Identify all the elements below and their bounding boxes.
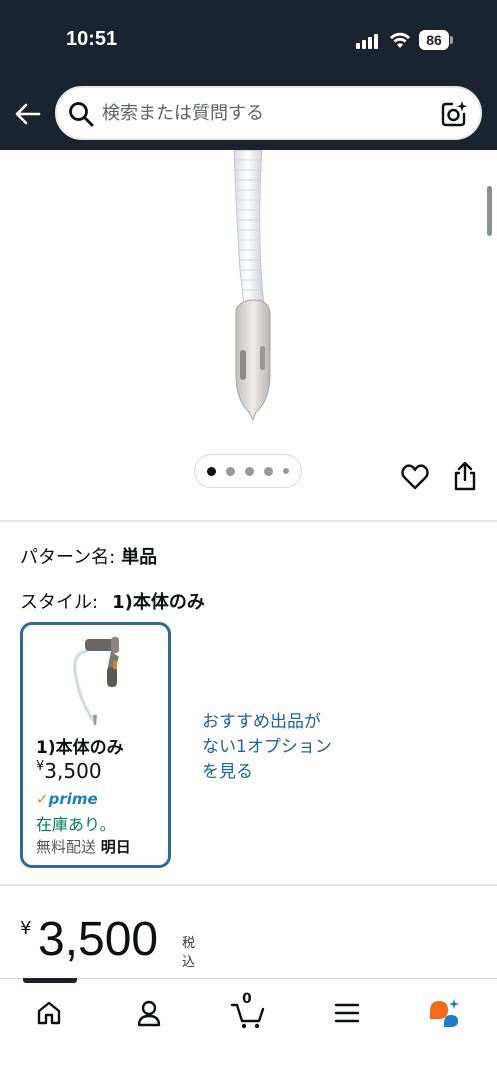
section-divider	[0, 884, 497, 886]
variant-card-selected[interactable]: 1)本体のみ ¥3,500 ✓prime 在庫あり。 無料配送 明日	[20, 622, 171, 868]
price-symbol: ¥	[20, 918, 32, 939]
variant-price: ¥3,500	[36, 759, 102, 783]
cellular-signal-icon	[356, 33, 382, 49]
nav-account[interactable]	[129, 995, 169, 1031]
home-icon	[37, 1001, 61, 1025]
variant-name: 1)本体のみ	[36, 738, 124, 758]
pattern-value: 単品	[121, 547, 158, 568]
search-icon	[69, 102, 94, 127]
heart-icon[interactable]	[400, 462, 430, 492]
style-value: 1)本体のみ	[112, 592, 205, 613]
variant-price-value: 3,500	[44, 759, 102, 783]
share-icon[interactable]	[450, 460, 480, 492]
account-icon	[137, 1000, 161, 1027]
scroll-indicator	[487, 186, 492, 236]
prime-check-icon: ✓	[36, 790, 49, 808]
pagination-dot[interactable]	[207, 466, 216, 476]
back-arrow-icon	[15, 103, 41, 125]
stock-status: 在庫あり。	[36, 815, 116, 834]
prime-badge: ✓prime	[36, 790, 98, 808]
battery-indicator: 86	[419, 30, 449, 50]
nav-cart[interactable]: 0	[228, 991, 268, 1031]
prime-label: prime	[48, 790, 98, 808]
assistant-icon	[430, 999, 459, 1027]
price-tax-note: 税込	[182, 936, 196, 970]
nav-home[interactable]	[29, 995, 69, 1031]
nav-rufus-assistant[interactable]	[424, 995, 464, 1031]
style-label: スタイル:	[20, 592, 99, 613]
cart-count: 0	[242, 991, 252, 1007]
shipping-label: 無料配送	[36, 838, 97, 856]
product-image-gallery[interactable]	[0, 150, 497, 520]
nav-menu[interactable]	[327, 995, 367, 1031]
shipping-info: 無料配送 明日	[36, 836, 131, 857]
style-row: スタイル: 1)本体のみ	[20, 588, 205, 614]
menu-icon	[334, 1003, 360, 1023]
status-time: 10:51	[66, 28, 118, 50]
section-divider	[0, 520, 497, 522]
search-box[interactable]	[55, 86, 482, 140]
search-input[interactable]	[102, 98, 422, 128]
camera-search-icon[interactable]	[439, 99, 469, 129]
bottom-navigation: 0	[0, 978, 497, 1080]
shipping-day: 明日	[100, 838, 131, 856]
battery-tip	[450, 36, 453, 44]
wifi-icon	[390, 32, 410, 48]
back-button[interactable]	[12, 98, 44, 130]
pagination-dot[interactable]	[264, 466, 273, 476]
price-amount: 3,500	[38, 913, 159, 966]
header	[0, 78, 497, 150]
image-pagination-dots[interactable]	[194, 454, 302, 488]
pagination-dot[interactable]	[226, 466, 235, 476]
pattern-name-row: パターン名: 単品	[20, 543, 157, 569]
pagination-dot[interactable]	[283, 468, 289, 474]
variant-thumbnail	[72, 637, 119, 725]
product-image[interactable]	[200, 150, 300, 430]
see-more-options-link[interactable]: おすすめ出品がない1オプションを見る	[202, 710, 332, 785]
pagination-dot[interactable]	[245, 466, 254, 476]
pattern-label: パターン名:	[20, 547, 116, 568]
nav-active-indicator	[23, 978, 77, 983]
status-bar: 10:51 86	[0, 0, 497, 78]
